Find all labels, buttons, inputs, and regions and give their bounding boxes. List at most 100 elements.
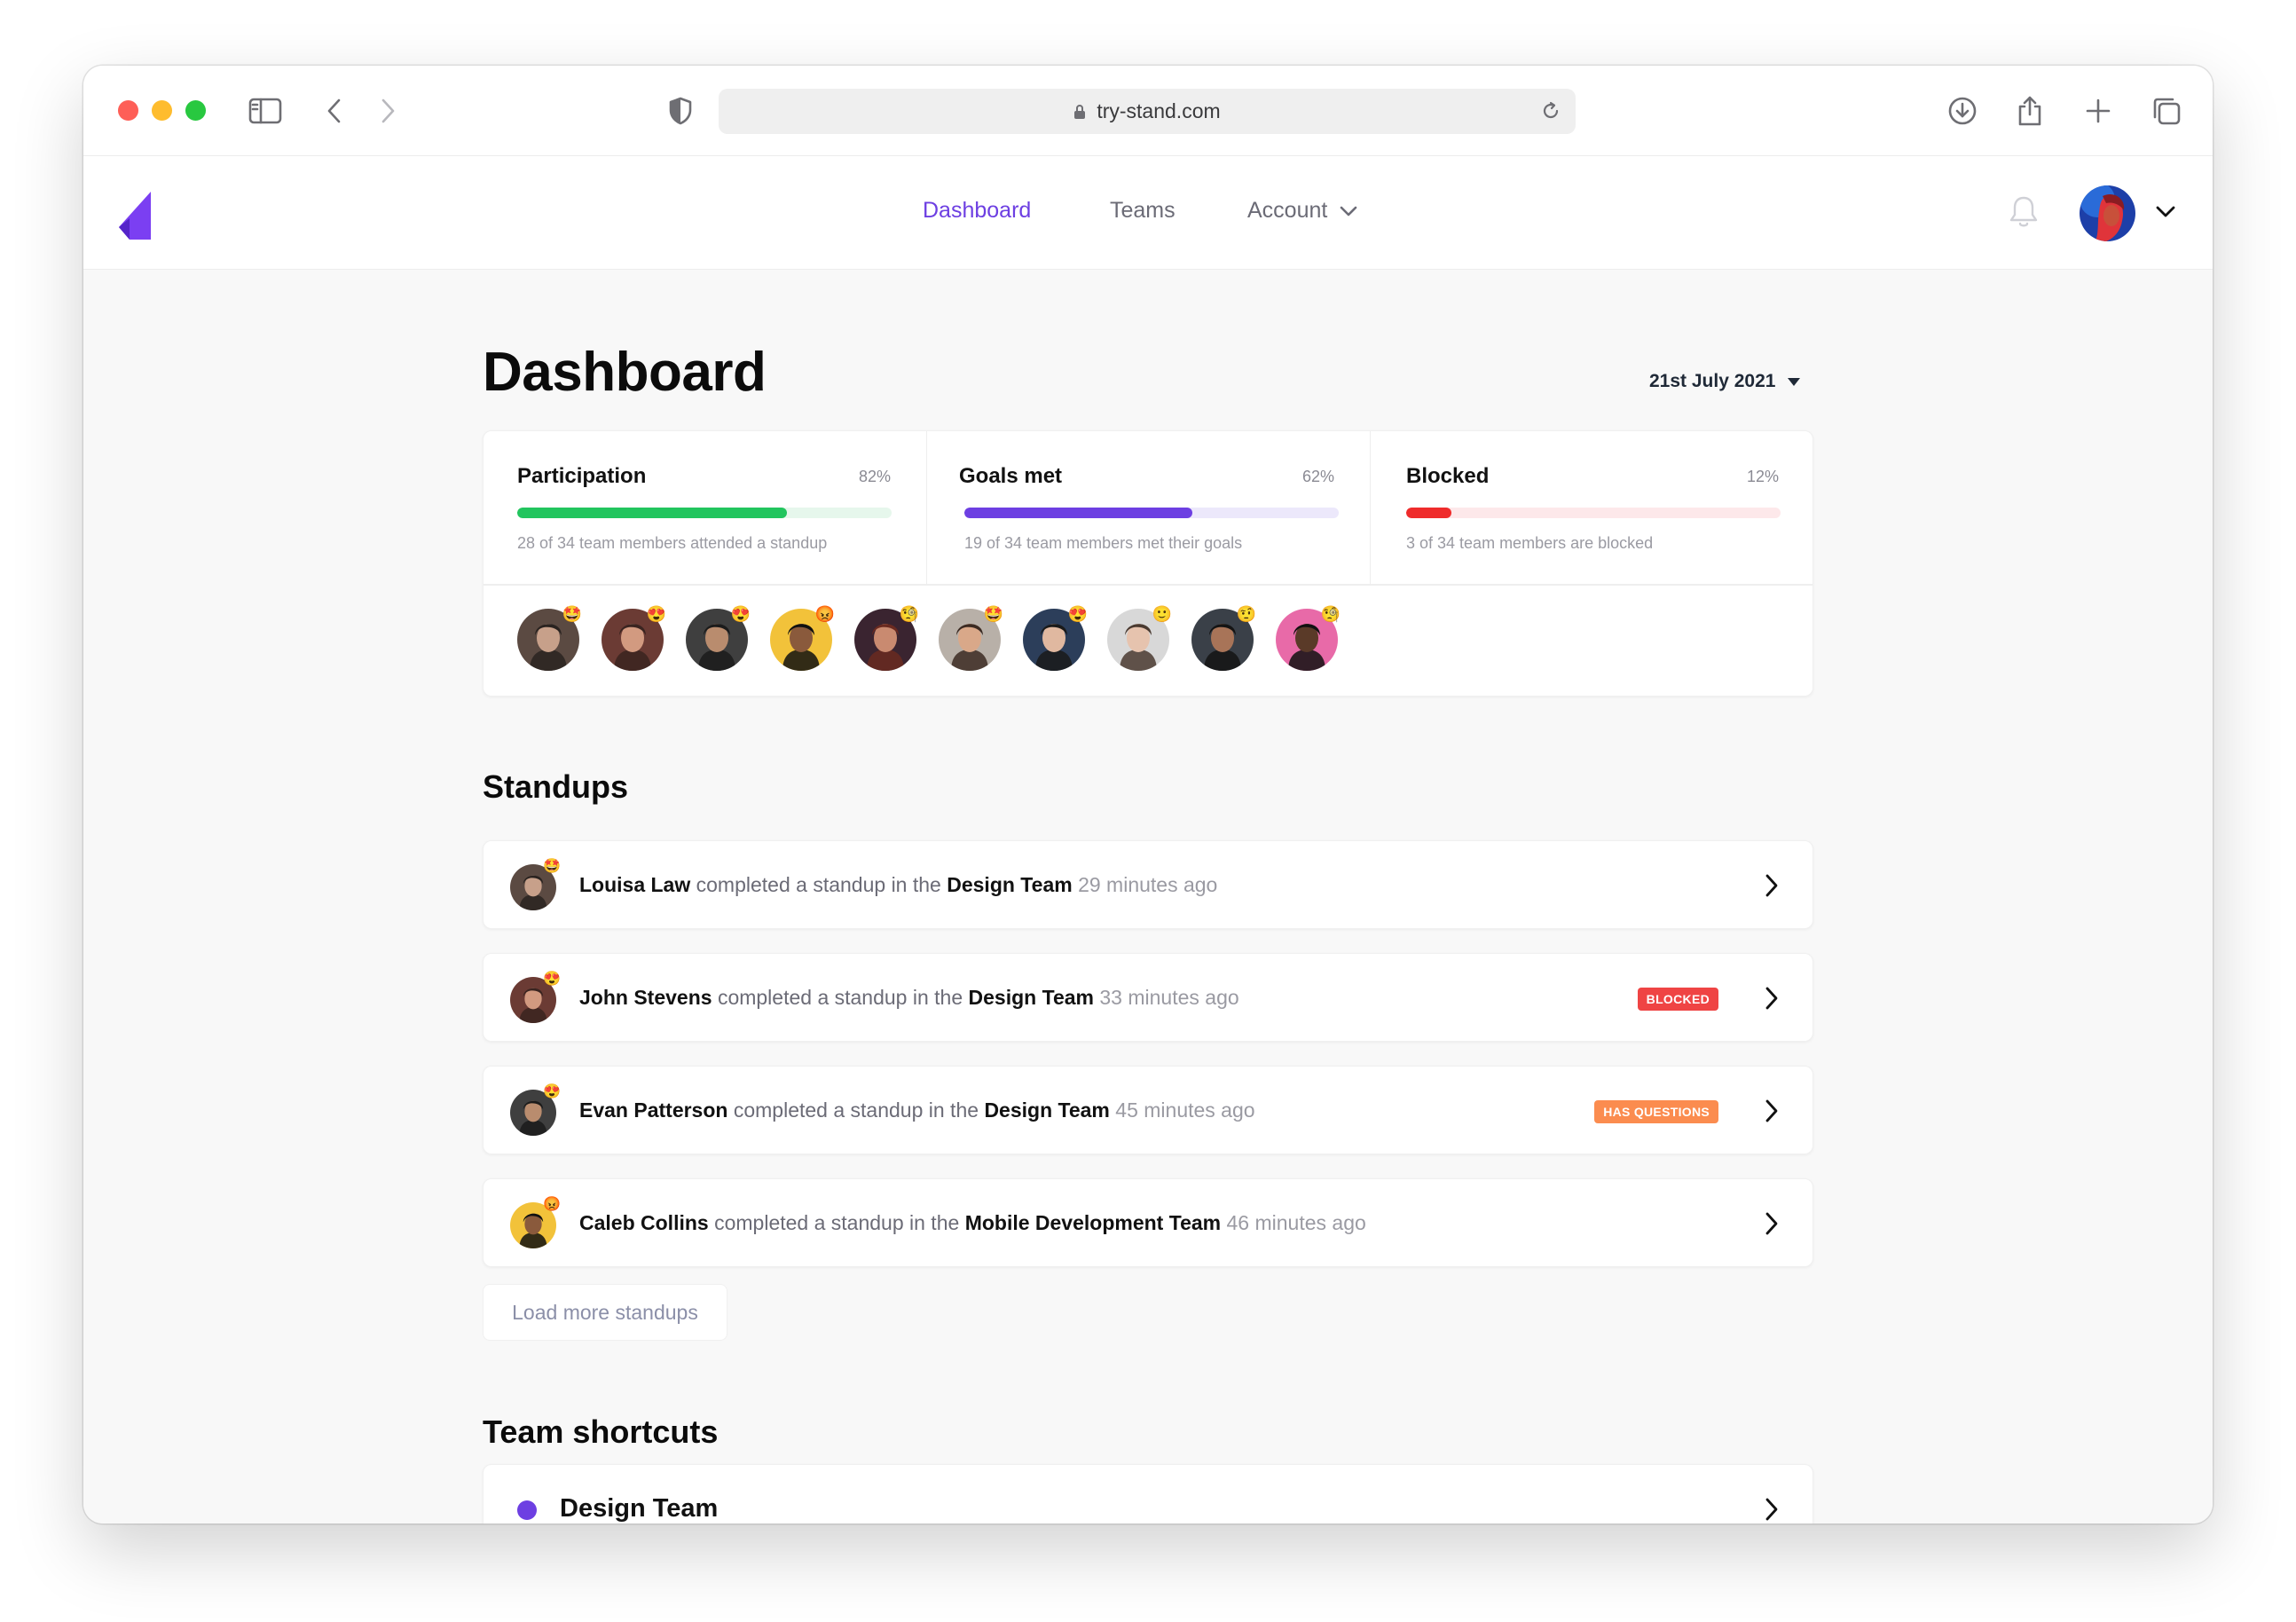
team-name: Design Team: [968, 986, 1094, 1009]
stat-subtitle: 3 of 34 team members are blocked: [1406, 534, 1654, 552]
back-arrow-icon[interactable]: [316, 92, 353, 130]
member-name: Louisa Law: [579, 873, 691, 896]
progress-track: [964, 508, 1339, 518]
standup-text: Evan Patterson completed a standup in th…: [579, 1098, 1255, 1122]
member-name: Caleb Collins: [579, 1211, 709, 1234]
member-avatar[interactable]: 😍: [686, 605, 751, 671]
stat-percent: 12%: [1746, 468, 1779, 485]
avatar: 🤩: [510, 859, 561, 910]
browser-toolbar: try-stand.com: [83, 66, 2213, 156]
privacy-shield-icon[interactable]: [662, 92, 699, 130]
mood-emoji-icon: 🧐: [899, 605, 920, 623]
user-avatar[interactable]: [2080, 185, 2135, 241]
downloads-icon[interactable]: [1944, 92, 1981, 130]
status-badge: HAS QUESTIONS: [1594, 1100, 1718, 1123]
status-badge: BLOCKED: [1637, 988, 1718, 1011]
nav-teams[interactable]: Teams: [1110, 198, 1176, 224]
standups-heading: Standups: [483, 768, 629, 805]
mood-emoji-icon: 🤩: [562, 605, 583, 623]
avatar: 😡: [510, 1197, 561, 1248]
progress-fill: [964, 508, 1193, 518]
stat-participation: Participation 82% 28 of 34 team members …: [484, 431, 927, 584]
member-avatar[interactable]: 🤩: [517, 605, 582, 671]
member-avatar[interactable]: 🙂: [1107, 605, 1172, 671]
page-title: Dashboard: [483, 342, 767, 403]
standup-row[interactable]: 😍 Evan Patterson completed a standup in t…: [483, 1066, 1813, 1154]
team-shortcut-label: Design Team: [560, 1494, 719, 1523]
chevron-down-icon: [1341, 206, 1357, 216]
notifications-bell-icon[interactable]: [2009, 195, 2039, 233]
timestamp: 33 minutes ago: [1099, 986, 1239, 1009]
close-window-button[interactable]: [118, 100, 138, 121]
date-picker[interactable]: 21st July 2021: [1649, 371, 1801, 392]
browser-window: try-stand.com Dashboard Teams Account Da…: [83, 66, 2213, 1524]
member-avatar[interactable]: 😍: [1023, 605, 1088, 671]
mood-emoji-icon: 😍: [543, 972, 561, 987]
mood-emoji-icon: 😍: [1067, 605, 1089, 623]
load-more-button[interactable]: Load more standups: [483, 1284, 727, 1341]
caret-down-icon: [1788, 377, 1801, 386]
team-name: Design Team: [947, 873, 1073, 896]
member-avatar[interactable]: 😍: [602, 605, 666, 671]
avatar: 😍: [510, 972, 561, 1023]
progress-fill: [517, 508, 787, 518]
new-tab-icon[interactable]: [2080, 92, 2117, 130]
stat-subtitle: 19 of 34 team members met their goals: [964, 534, 1243, 552]
zoom-window-button[interactable]: [185, 100, 206, 121]
member-avatar[interactable]: 🧐: [854, 605, 919, 671]
mood-emoji-icon: 😡: [814, 605, 836, 623]
tab-overview-icon[interactable]: [2148, 92, 2185, 130]
stat-subtitle: 28 of 34 team members attended a standup: [517, 534, 828, 552]
timestamp: 46 minutes ago: [1226, 1211, 1366, 1234]
chevron-right-icon: [1765, 1497, 1779, 1524]
stat-goals-met: Goals met 62% 19 of 34 team members met …: [927, 431, 1371, 584]
sidebar-toggle-icon[interactable]: [247, 92, 284, 130]
member-avatar[interactable]: 🤨: [1191, 605, 1256, 671]
standup-connector: completed a standup in the: [714, 1211, 960, 1234]
chevron-right-icon: [1765, 1211, 1779, 1240]
nav-account[interactable]: Account: [1247, 198, 1357, 224]
share-icon[interactable]: [2011, 92, 2048, 130]
address-bar[interactable]: try-stand.com: [719, 89, 1576, 134]
url-text: try-stand.com: [1097, 99, 1221, 122]
member-name: Evan Patterson: [579, 1098, 728, 1122]
mood-emoji-icon: 🤩: [543, 859, 561, 874]
team-color-dot: [517, 1500, 537, 1520]
reload-icon[interactable]: [1540, 100, 1561, 122]
app-header: Dashboard Teams Account: [83, 156, 2213, 270]
chevron-right-icon: [1765, 1098, 1779, 1128]
member-avatar[interactable]: 😡: [770, 605, 835, 671]
progress-track: [1406, 508, 1781, 518]
standup-row[interactable]: 😡 Caleb Collins completed a standup in th…: [483, 1178, 1813, 1267]
team-name: Mobile Development Team: [964, 1211, 1222, 1234]
standup-row[interactable]: 🤩 Louisa Law completed a standup in the D…: [483, 840, 1813, 929]
stat-label: Participation: [517, 464, 647, 488]
member-avatar[interactable]: 🧐: [1276, 605, 1341, 671]
date-label: 21st July 2021: [1649, 371, 1776, 391]
forward-arrow-icon[interactable]: [369, 92, 406, 130]
member-avatar[interactable]: 🤩: [939, 605, 1003, 671]
stat-percent: 62%: [1301, 468, 1334, 485]
mood-emoji-icon: 🧐: [1320, 605, 1341, 623]
team-name: Design Team: [984, 1098, 1110, 1122]
mood-emoji-icon: 🤩: [983, 605, 1004, 623]
member-name: John Stevens: [579, 986, 712, 1009]
user-menu-chevron-icon[interactable]: [2156, 206, 2175, 223]
stat-percent: 82%: [858, 468, 891, 485]
lock-icon: [1074, 104, 1086, 119]
standup-row[interactable]: 😍 John Stevens completed a standup in the…: [483, 953, 1813, 1042]
progress-fill: [1406, 508, 1451, 518]
minimize-window-button[interactable]: [152, 100, 172, 121]
mood-emoji-icon: 🤨: [1236, 605, 1257, 623]
mood-emoji-icon: 😍: [543, 1084, 561, 1099]
nav-dashboard[interactable]: Dashboard: [923, 198, 1031, 224]
mood-emoji-icon: 🙂: [1152, 605, 1173, 623]
chevron-right-icon: [1765, 986, 1779, 1015]
timestamp: 45 minutes ago: [1115, 1098, 1255, 1122]
stat-blocked: Blocked 12% 3 of 34 team members are blo…: [1371, 431, 1814, 584]
standup-text: Caleb Collins completed a standup in the…: [579, 1211, 1366, 1235]
nav-account-label: Account: [1247, 198, 1328, 223]
stat-label: Goals met: [959, 464, 1063, 488]
main-content: Dashboard 21st July 2021 Participation 8…: [83, 270, 2213, 1524]
team-shortcut-design-team[interactable]: Design Team: [483, 1464, 1813, 1524]
